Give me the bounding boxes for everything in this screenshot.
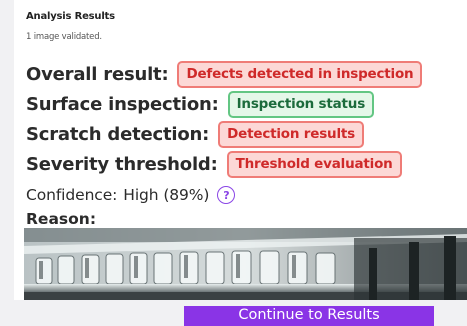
result-label: Surface inspection: [26,93,219,115]
card-title: Analysis Results [26,11,115,22]
card-subtitle: 1 image validated. [26,32,102,42]
result-row-severity: Severity threshold: Threshold evaluation [26,150,402,178]
result-label: Overall result: [26,63,169,85]
continue-to-results-button[interactable]: Continue to Results [184,306,434,326]
result-row-overall: Overall result: Defects detected in insp… [26,60,423,88]
status-badge: Threshold evaluation [226,150,402,178]
confidence-row: Confidence: High (89%) ? [26,183,236,207]
status-badge: Detection results [218,120,364,148]
reason-label: Reason: [26,210,97,228]
result-label: Severity threshold: [26,153,218,175]
confidence-label: Confidence: [26,186,118,204]
inspection-image [24,228,467,300]
status-badge: Inspection status [227,90,375,118]
results-card: Analysis Results 1 image validated. Over… [14,0,467,300]
result-row-surface: Surface inspection: Inspection status [26,90,375,118]
question-circle-icon[interactable]: ? [217,186,236,204]
confidence-value: High (89%) [123,186,210,204]
result-label: Scratch detection: [26,123,210,145]
status-badge: Defects detected in inspection [177,60,423,88]
result-row-scratch: Scratch detection: Detection results [26,120,364,148]
